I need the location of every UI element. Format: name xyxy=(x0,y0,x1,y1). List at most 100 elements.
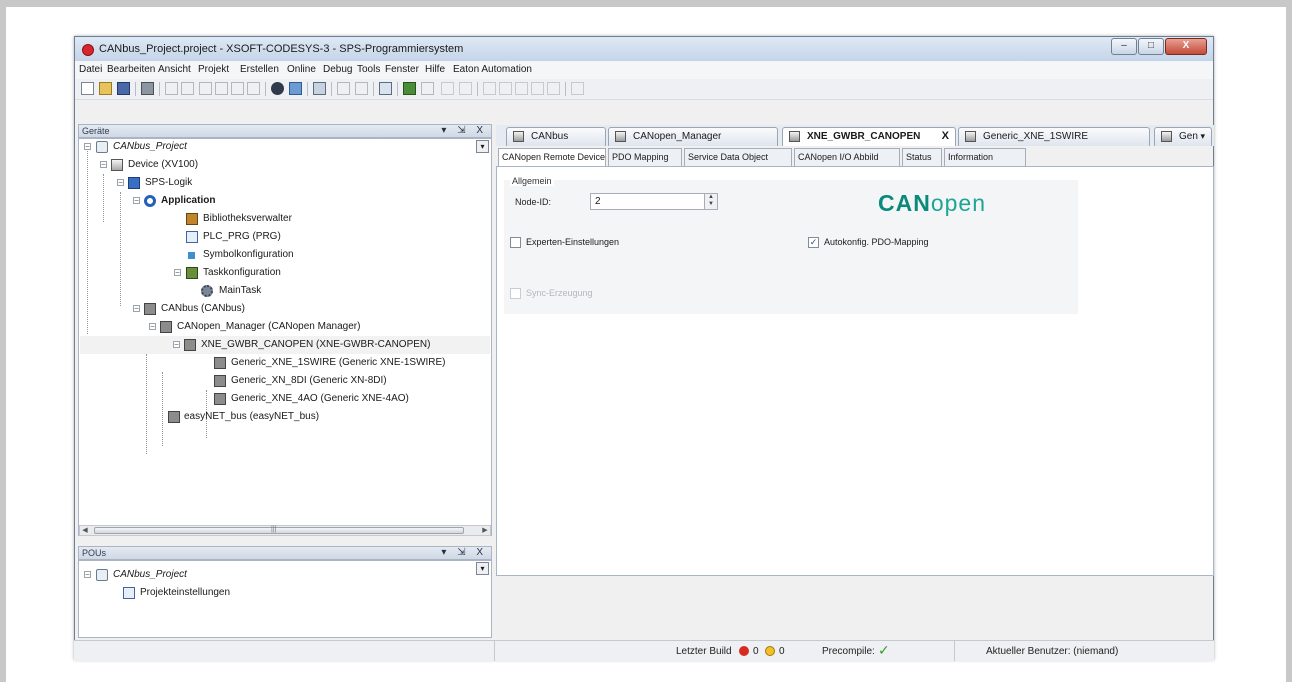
tab-list-dropdown-icon[interactable]: ▾ xyxy=(1200,131,1205,142)
collapse-icon[interactable]: − xyxy=(174,269,181,277)
copy-icon[interactable] xyxy=(215,82,228,95)
collapse-icon[interactable]: − xyxy=(84,571,91,579)
tree-node-device[interactable]: − Device (XV100) xyxy=(80,156,490,174)
tab-canopen-manager[interactable]: CANopen_Manager xyxy=(608,127,778,146)
collapse-icon[interactable]: − xyxy=(117,179,124,187)
tree-node-plc-prg[interactable]: PLC_PRG (PRG) xyxy=(80,228,490,246)
checkbox-box[interactable] xyxy=(510,237,521,248)
devices-horizontal-scrollbar[interactable]: ◀ ||| ▶ xyxy=(79,525,491,536)
tab-xne-gwbr-canopen[interactable]: XNE_GWBR_CANOPEN X xyxy=(782,127,956,146)
window-icon[interactable] xyxy=(313,82,326,95)
cut-icon[interactable] xyxy=(199,82,212,95)
minimize-button[interactable]: – xyxy=(1111,38,1137,55)
tree-node-canbus[interactable]: − CANbus (CANbus) xyxy=(80,300,490,318)
menu-eaton-automation[interactable]: Eaton Automation xyxy=(453,64,532,75)
menu-erstellen[interactable]: Erstellen xyxy=(240,64,279,75)
tree-node-label: CANbus_Project xyxy=(113,141,187,152)
step-into-icon[interactable] xyxy=(499,82,512,95)
compile-icon[interactable] xyxy=(379,82,392,95)
stepper-arrows-icon[interactable]: ▲ ▼ xyxy=(704,194,717,209)
paste-icon[interactable] xyxy=(231,82,244,95)
replace-icon[interactable] xyxy=(289,82,302,95)
pou-node-project-settings[interactable]: Projekteinstellungen xyxy=(80,584,480,602)
tab-canopen-remote-device[interactable]: CANopen Remote Device xyxy=(498,148,606,167)
tree-node-easynet-bus[interactable]: easyNET_bus (easyNET_bus) xyxy=(80,408,490,426)
tab-label: XNE_GWBR_CANOPEN xyxy=(807,131,921,142)
tab-status[interactable]: Status xyxy=(902,148,942,166)
checkmark-icon[interactable]: ✓ xyxy=(808,237,819,248)
tree-node-sps-logik[interactable]: − SPS-Logik xyxy=(80,174,490,192)
collapse-icon[interactable]: − xyxy=(173,341,180,349)
tree-node-library-manager[interactable]: Bibliotheksverwalter xyxy=(80,210,490,228)
collapse-icon[interactable]: − xyxy=(133,305,140,313)
menu-tools[interactable]: Tools xyxy=(357,64,380,75)
pou-node-project[interactable]: − CANbus_Project xyxy=(80,566,480,584)
close-tab-icon[interactable]: X xyxy=(942,130,949,142)
tab-generic-xne-1swire[interactable]: Generic_XNE_1SWIRE xyxy=(958,127,1150,146)
checkbox-box xyxy=(510,288,521,299)
print-icon[interactable] xyxy=(141,82,154,95)
save-icon[interactable] xyxy=(117,82,130,95)
add-object-icon[interactable] xyxy=(355,82,368,95)
scroll-right-arrow-icon[interactable]: ▶ xyxy=(480,526,490,535)
delete-icon[interactable] xyxy=(247,82,260,95)
menu-bearbeiten[interactable]: Bearbeiten xyxy=(107,64,155,75)
tree-node-maintask[interactable]: MainTask xyxy=(80,282,490,300)
tab-information[interactable]: Information xyxy=(944,148,1026,166)
collapse-icon[interactable]: − xyxy=(149,323,156,331)
tree-node-task-config[interactable]: − Taskkonfiguration xyxy=(80,264,490,282)
tree-node-xne-gwbr-canopen[interactable]: − XNE_GWBR_CANOPEN (XNE-GWBR-CANOPEN) xyxy=(80,336,490,354)
stop-icon[interactable] xyxy=(459,82,472,95)
tab-gen[interactable]: Gen ▾ xyxy=(1154,127,1212,146)
build-icon[interactable] xyxy=(337,82,350,95)
tree-node-application[interactable]: − Application xyxy=(80,192,490,210)
tab-service-data-object[interactable]: Service Data Object xyxy=(684,148,792,166)
tree-node-canopen-manager[interactable]: − CANopen_Manager (CANopen Manager) xyxy=(80,318,490,336)
task-config-icon xyxy=(186,267,198,279)
menu-hilfe[interactable]: Hilfe xyxy=(425,64,445,75)
undo-icon[interactable] xyxy=(165,82,178,95)
tree-node-generic-xn-8di[interactable]: Generic_XN_8DI (Generic XN-8DI) xyxy=(80,372,490,390)
menu-projekt[interactable]: Projekt xyxy=(198,64,229,75)
tab-canbus[interactable]: CANbus xyxy=(506,127,606,146)
open-folder-icon[interactable] xyxy=(99,82,112,95)
login-icon[interactable] xyxy=(403,82,416,95)
step-out-icon[interactable] xyxy=(515,82,528,95)
start-icon[interactable] xyxy=(441,82,454,95)
find-icon[interactable] xyxy=(271,82,284,95)
pous-panel-controls[interactable]: ▾ ⇲ X xyxy=(441,547,487,558)
scroll-left-arrow-icon[interactable]: ◀ xyxy=(80,526,90,535)
tree-node-generic-xne-1swire[interactable]: Generic_XNE_1SWIRE (Generic XNE-1SWIRE) xyxy=(80,354,490,372)
sync-generation-checkbox: Sync-Erzeugung xyxy=(510,287,710,301)
menu-datei[interactable]: Datei xyxy=(79,64,102,75)
tree-node-label: Application xyxy=(161,195,216,206)
menu-debug[interactable]: Debug xyxy=(323,64,352,75)
tree-node-symbol-config[interactable]: Symbolkonfiguration xyxy=(80,246,490,264)
watch-icon[interactable] xyxy=(547,82,560,95)
devices-panel-controls[interactable]: ▾ ⇲ X xyxy=(441,125,487,136)
breakpoint-icon[interactable] xyxy=(531,82,544,95)
autoconfig-pdo-checkbox[interactable]: ✓ Autokonfig. PDO-Mapping xyxy=(808,236,1008,250)
menu-ansicht[interactable]: Ansicht xyxy=(158,64,191,75)
new-file-icon[interactable] xyxy=(81,82,94,95)
collapse-icon[interactable]: − xyxy=(100,161,107,169)
menu-online[interactable]: Online xyxy=(287,64,316,75)
step-over-icon[interactable] xyxy=(483,82,496,95)
collapse-icon[interactable]: − xyxy=(84,143,91,151)
logout-icon[interactable] xyxy=(421,82,434,95)
menu-fenster[interactable]: Fenster xyxy=(385,64,419,75)
maximize-button[interactable]: □ xyxy=(1138,38,1164,55)
tab-pdo-mapping[interactable]: PDO Mapping xyxy=(608,148,682,166)
close-button[interactable]: X xyxy=(1165,38,1207,55)
debug-icon[interactable] xyxy=(571,82,584,95)
node-id-stepper[interactable]: 2 ▲ ▼ xyxy=(590,193,718,210)
tree-node-project[interactable]: − CANbus_Project xyxy=(80,138,490,156)
scroll-thumb[interactable]: ||| xyxy=(94,526,464,534)
node-id-value: 2 xyxy=(595,196,601,207)
tree-node-generic-xne-4ao[interactable]: Generic_XNE_4AO (Generic XNE-4AO) xyxy=(80,390,490,408)
tab-canopen-io-abbild[interactable]: CANopen I/O Abbild xyxy=(794,148,900,166)
collapse-icon[interactable]: − xyxy=(133,197,140,205)
expert-settings-checkbox[interactable]: Experten-Einstellungen xyxy=(510,236,710,250)
redo-icon[interactable] xyxy=(181,82,194,95)
warning-count: 0 xyxy=(779,646,785,657)
